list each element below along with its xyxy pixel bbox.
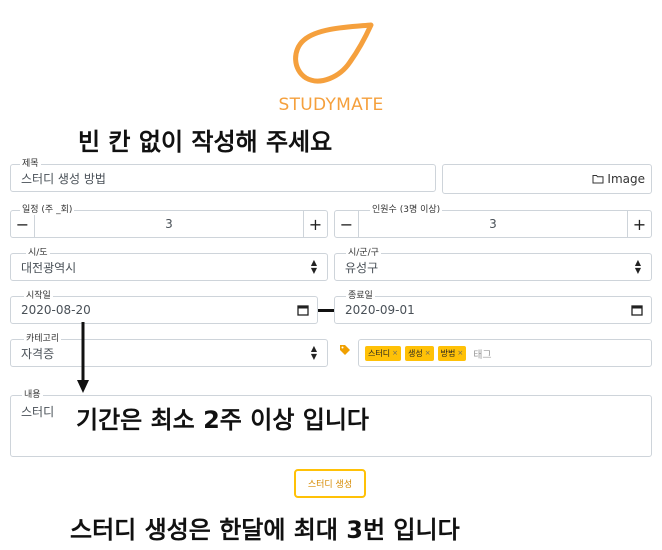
category-label: 카테고리 (24, 331, 62, 344)
district-value: 유성구 (345, 260, 379, 275)
members-minus-button[interactable]: − (335, 211, 359, 237)
members-label: 인원수 (3명 이상) (370, 202, 443, 215)
category-value: 자격증 (21, 346, 55, 361)
schedule-value[interactable]: 3 (35, 217, 303, 231)
create-study-button[interactable]: 스터디 생성 (294, 469, 366, 498)
start-date-label: 시작일 (24, 288, 53, 301)
end-date-label: 종료일 (346, 288, 375, 301)
start-date-value: 2020-08-20 (21, 303, 91, 317)
tag-chip[interactable]: 스터디 × (365, 345, 401, 361)
district-select[interactable]: 유성구 ▲ ▼ (334, 253, 652, 281)
schedule-label: 일정 (주 _회) (20, 202, 75, 215)
folder-icon (592, 175, 604, 184)
remove-tag-icon[interactable]: × (425, 349, 431, 357)
members-plus-button[interactable]: + (627, 211, 651, 237)
tag-label: 스터디 (368, 348, 391, 358)
title-label: 제목 (20, 156, 41, 169)
select-arrows-icon: ▲ ▼ (310, 258, 317, 275)
start-date-input[interactable]: 2020-08-20 (10, 296, 318, 324)
remove-tag-icon[interactable]: × (457, 349, 463, 357)
tag-icon (340, 345, 350, 355)
content-label: 내용 (22, 387, 43, 400)
end-date-value: 2020-09-01 (345, 303, 415, 317)
city-label: 시/도 (26, 245, 50, 258)
annotation-middle: 기간은 최소 2주 이상 입니다 (76, 406, 370, 434)
calendar-icon[interactable] (631, 304, 651, 316)
annotation-bottom: 스터디 생성은 한달에 최대 3번 입니다 (70, 516, 460, 544)
city-value: 대전광역시 (21, 260, 77, 275)
end-date-input[interactable]: 2020-09-01 (334, 296, 652, 324)
logo-icon (293, 22, 374, 84)
select-arrows-icon: ▲ ▼ (634, 258, 641, 275)
image-label: Image (607, 172, 645, 186)
select-arrows-icon: ▲ ▼ (310, 344, 317, 361)
tag-label: 생성 (407, 348, 423, 358)
title-value: 스터디 생성 방법 (21, 171, 106, 186)
schedule-plus-button[interactable]: + (303, 211, 327, 237)
tags-input[interactable]: 스터디 × 생성 × 방법 × 태그 (358, 339, 652, 367)
district-label: 시/군/구 (346, 245, 381, 258)
image-upload-button[interactable]: Image (442, 164, 652, 194)
title-field[interactable]: 스터디 생성 방법 (10, 164, 436, 192)
city-select[interactable]: 대전광역시 ▲ ▼ (10, 253, 328, 281)
annotation-top: 빈 칸 없이 작성해 주세요 (78, 128, 333, 156)
tag-label: 방법 (440, 348, 456, 358)
down-arrow-annotation (77, 322, 89, 393)
tag-chip[interactable]: 생성 × (404, 345, 434, 361)
calendar-icon[interactable] (297, 304, 317, 316)
remove-tag-icon[interactable]: × (392, 349, 398, 357)
members-value[interactable]: 3 (359, 217, 627, 231)
tag-chip[interactable]: 방법 × (437, 345, 467, 361)
brand-name: STUDYMATE (278, 95, 384, 115)
tag-input-placeholder[interactable]: 태그 (473, 346, 491, 361)
